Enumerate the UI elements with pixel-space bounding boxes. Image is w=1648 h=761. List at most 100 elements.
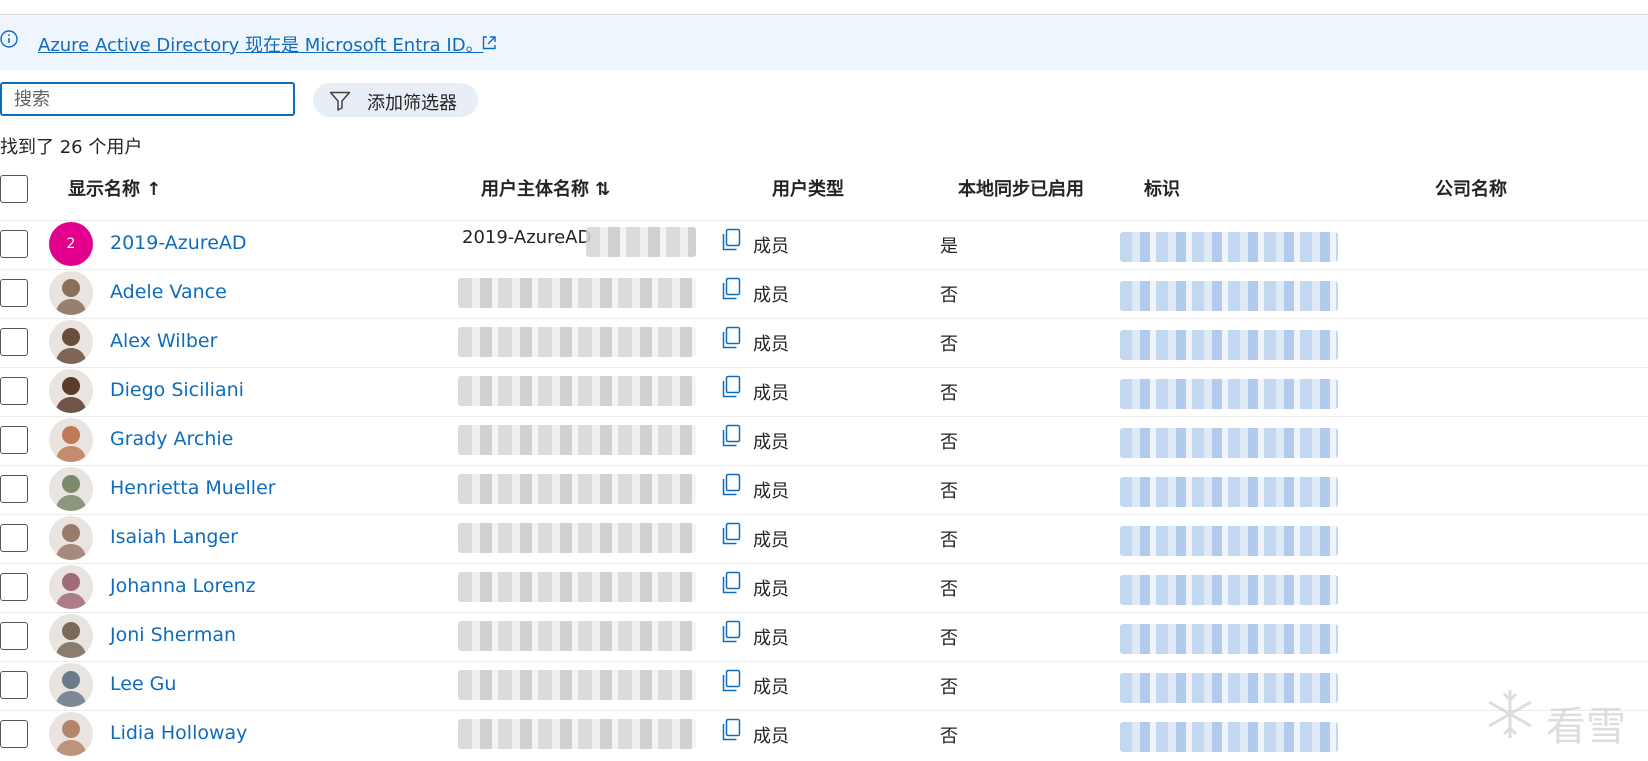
avatar-photo (49, 614, 93, 658)
row-checkbox[interactable] (0, 279, 28, 307)
user-name-link[interactable]: Grady Archie (110, 428, 233, 450)
copy-icon[interactable] (720, 718, 742, 742)
copy-icon[interactable] (720, 473, 742, 497)
redacted-identity (1120, 624, 1338, 654)
user-name-link[interactable]: Lidia Holloway (110, 722, 247, 744)
user-name-link[interactable]: Diego Siciliani (110, 379, 244, 401)
redacted-upn (458, 278, 696, 308)
redacted-upn (458, 425, 696, 455)
filter-icon (329, 91, 351, 111)
user-name-link[interactable]: Alex Wilber (110, 330, 217, 352)
redacted-identity (1120, 575, 1338, 605)
row-checkbox[interactable] (0, 671, 28, 699)
avatar-photo (49, 467, 93, 511)
user-name-link[interactable]: 2019-AzureAD (110, 232, 247, 254)
redacted-upn (458, 327, 696, 357)
redacted-identity (1120, 379, 1338, 409)
user-type: 成员 (753, 334, 789, 355)
copy-icon[interactable] (720, 522, 742, 546)
user-name-link[interactable]: Henrietta Mueller (110, 477, 276, 499)
top-divider (0, 0, 1648, 15)
redacted-upn (458, 719, 696, 749)
row-checkbox[interactable] (0, 426, 28, 454)
redacted-identity (1120, 281, 1338, 311)
info-icon (0, 30, 18, 48)
row-checkbox[interactable] (0, 573, 28, 601)
avatar-photo (49, 271, 93, 315)
copy-icon[interactable] (720, 669, 742, 693)
row-divider (0, 563, 1648, 564)
row-checkbox[interactable] (0, 524, 28, 552)
search-input[interactable] (0, 82, 295, 116)
redacted-upn (458, 621, 696, 651)
external-link-icon[interactable] (481, 35, 497, 51)
watermark-text: 看雪 (1546, 704, 1626, 750)
select-all-checkbox[interactable] (0, 175, 28, 203)
header-company: 公司名称 (1435, 179, 1507, 200)
copy-icon[interactable] (720, 424, 742, 448)
row-divider (0, 220, 1648, 221)
header-display-name[interactable]: 显示名称 ↑ (68, 175, 161, 205)
redacted-upn (458, 376, 696, 406)
avatar-photo (49, 418, 93, 462)
row-divider (0, 416, 1648, 417)
user-name-link[interactable]: Joni Sherman (110, 624, 236, 646)
redacted-upn (586, 227, 696, 257)
sync-enabled: 否 (940, 481, 958, 502)
user-type: 成员 (753, 432, 789, 453)
row-divider (0, 465, 1648, 466)
redacted-identity (1120, 673, 1338, 703)
user-name-link[interactable]: Lee Gu (110, 673, 176, 695)
row-divider (0, 612, 1648, 613)
user-type: 成员 (753, 726, 789, 747)
user-type: 成员 (753, 383, 789, 404)
row-checkbox[interactable] (0, 230, 28, 258)
redacted-identity (1120, 722, 1338, 752)
snowflake-icon (1488, 690, 1532, 738)
add-filter-label: 添加筛选器 (367, 93, 457, 114)
sync-enabled: 是 (940, 236, 958, 257)
user-name-link[interactable]: Adele Vance (110, 281, 227, 303)
copy-icon[interactable] (720, 620, 742, 644)
row-divider (0, 367, 1648, 368)
user-type: 成员 (753, 677, 789, 698)
copy-icon[interactable] (720, 571, 742, 595)
user-type: 成员 (753, 285, 789, 306)
copy-icon[interactable] (720, 375, 742, 399)
row-checkbox[interactable] (0, 720, 28, 748)
sync-enabled: 否 (940, 579, 958, 600)
watermark: 看雪 (1482, 686, 1648, 750)
sync-enabled: 否 (940, 628, 958, 649)
redacted-identity (1120, 477, 1338, 507)
header-sync-enabled: 本地同步已启用 (958, 179, 1084, 200)
row-divider (0, 710, 1648, 711)
avatar-photo (49, 320, 93, 364)
sync-enabled: 否 (940, 285, 958, 306)
user-name-link[interactable]: Isaiah Langer (110, 526, 238, 548)
redacted-identity (1120, 526, 1338, 556)
row-checkbox[interactable] (0, 622, 28, 650)
redacted-upn (458, 670, 696, 700)
sync-enabled: 否 (940, 726, 958, 747)
copy-icon[interactable] (720, 277, 742, 301)
copy-icon[interactable] (720, 228, 742, 252)
row-checkbox[interactable] (0, 328, 28, 356)
row-checkbox[interactable] (0, 475, 28, 503)
user-name-link[interactable]: Johanna Lorenz (110, 575, 256, 597)
banner-link[interactable]: Azure Active Directory 现在是 Microsoft Ent… (38, 31, 484, 57)
sync-enabled: 否 (940, 677, 958, 698)
redacted-identity (1120, 330, 1338, 360)
copy-icon[interactable] (720, 326, 742, 350)
user-type: 成员 (753, 236, 789, 257)
result-count: 找到了 26 个用户 (0, 137, 143, 158)
row-divider (0, 269, 1648, 270)
sync-enabled: 否 (940, 432, 958, 453)
sync-enabled: 否 (940, 383, 958, 404)
avatar-photo (49, 369, 93, 413)
add-filter-button[interactable]: 添加筛选器 (313, 83, 478, 117)
avatar-photo (49, 516, 93, 560)
sync-enabled: 否 (940, 530, 958, 551)
row-checkbox[interactable] (0, 377, 28, 405)
header-upn[interactable]: 用户主体名称 ⇅ (481, 175, 610, 205)
avatar-photo (49, 712, 93, 756)
